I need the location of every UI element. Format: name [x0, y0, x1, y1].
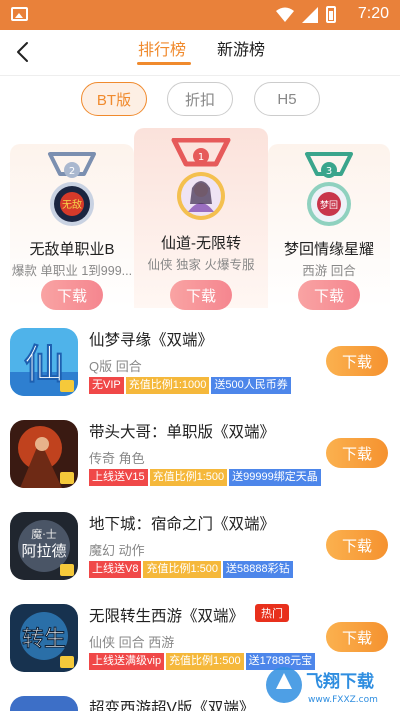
watermark-logo: 飞翔下载 www.FXXZ.com — [266, 667, 378, 705]
game-icon-text: 仙 — [24, 342, 64, 388]
tag: 送500人民币券 — [211, 377, 291, 394]
download-button[interactable]: 下载 — [326, 622, 388, 652]
game-icon-text: 魔·士 — [31, 527, 57, 541]
battery-icon — [326, 6, 336, 23]
game-icon — [10, 420, 78, 488]
podium-2-tags: 爆款 单职业 1到999... — [11, 264, 133, 278]
tag: 上线送V8 — [89, 561, 142, 578]
podium-3-icon-text: 梦回 — [320, 200, 338, 211]
game-genre: 传奇 角色 — [89, 451, 145, 466]
status-bar: 7:20 — [0, 0, 400, 30]
tag: 无VIP — [89, 377, 124, 394]
game-tags: 上线送V8 充值比例1:500 送58888彩钻 — [89, 561, 293, 578]
tag: 上线送满级vip — [89, 653, 165, 670]
watermark-url: www.FXXZ.com — [308, 695, 378, 705]
podium-rank-3[interactable]: 3 梦回 梦回情缘星耀 西游 回合 下载 — [268, 144, 390, 310]
podium-1-download-button[interactable]: 下载 — [170, 280, 232, 310]
rank-number: 3 — [326, 166, 332, 177]
gold-medal-icon: 1 — [171, 138, 231, 220]
tag: 充值比例1:500 — [143, 561, 221, 578]
active-tab-indicator — [137, 62, 191, 65]
podium-3-download-button[interactable]: 下载 — [298, 280, 360, 310]
back-arrow-icon[interactable] — [10, 38, 38, 66]
hot-badge: 热门 — [255, 604, 289, 622]
game-icon-text: 阿拉德 — [21, 542, 66, 560]
filter-bar: BT版 折扣 H5 — [0, 82, 400, 118]
game-icon: 仙 — [10, 328, 78, 396]
wifi-icon — [276, 7, 294, 22]
game-genre: Q版 回合 — [89, 359, 142, 374]
rank-number: 2 — [69, 166, 75, 177]
header: 排行榜 新游榜 — [0, 30, 400, 76]
game-icon — [10, 696, 78, 711]
game-title: 地下城：宿命之门《双端》 — [89, 516, 276, 533]
game-title: 无限转生西游《双端》 — [89, 608, 245, 625]
silver-medal-icon: 2 无敌 — [48, 152, 96, 226]
bronze-medal-icon: 3 梦回 — [305, 152, 353, 226]
rank-number: 1 — [198, 152, 204, 163]
tag: 充值比例1:500 — [166, 653, 244, 670]
list-item[interactable]: 仙 仙梦寻缘《双端》 Q版 回合 无VIP 充值比例1:1000 送500人民币… — [0, 318, 400, 410]
podium-3-name: 梦回情缘星耀 — [283, 241, 374, 258]
podium-rank-2[interactable]: 2 无敌 无敌单职业B 爆款 单职业 1到999... 下载 — [10, 144, 134, 310]
podium-1-tags: 仙侠 独家 火爆专服 — [147, 258, 255, 272]
podium-1-name: 仙道-无限转 — [161, 235, 241, 252]
podium: 2 无敌 无敌单职业B 爆款 单职业 1到999... 下载 1 仙道-无限转 … — [0, 128, 400, 310]
game-icon: 魔·士 阿拉德 — [10, 512, 78, 580]
status-icons — [276, 6, 336, 23]
game-title: 仙梦寻缘《双端》 — [89, 332, 214, 349]
game-genre: 魔幻 动作 — [89, 543, 145, 558]
game-icon-text: 转生 — [22, 627, 66, 652]
tab-ranking[interactable]: 排行榜 — [138, 36, 186, 60]
tag: 充值比例1:500 — [149, 469, 228, 486]
game-genre: 仙侠 回合 西游 — [89, 635, 175, 650]
list-item[interactable]: 魔·士 阿拉德 地下城：宿命之门《双端》 魔幻 动作 上线送V8 充值比例1:5… — [0, 502, 400, 594]
game-title: 带头大哥：单职版《双端》 — [89, 424, 276, 441]
podium-3-tags: 西游 回合 — [302, 264, 356, 278]
game-tags: 无VIP 充值比例1:1000 送500人民币券 — [89, 377, 291, 394]
podium-rank-1[interactable]: 1 仙道-无限转 仙侠 独家 火爆专服 下载 — [134, 128, 268, 310]
tag: 充值比例1:1000 — [125, 377, 210, 394]
podium-2-icon-text: 无敌 — [62, 198, 82, 211]
podium-2-name: 无敌单职业B — [29, 241, 115, 258]
list-item[interactable]: 带头大哥：单职版《双端》 传奇 角色 上线送V15 充值比例1:500 送999… — [0, 410, 400, 502]
game-tags: 上线送V15 充值比例1:500 送99999绑定天晶 — [89, 469, 321, 486]
filter-discount[interactable]: 折扣 — [167, 82, 233, 116]
image-notification-icon — [11, 7, 28, 21]
download-button[interactable]: 下载 — [326, 438, 388, 468]
game-title: 超变西游超V版《双端》 — [89, 700, 255, 711]
filter-h5[interactable]: H5 — [254, 82, 320, 116]
game-icon: 转生 — [10, 604, 78, 672]
signal-icon — [302, 6, 318, 23]
filter-bt[interactable]: BT版 — [81, 82, 147, 116]
tag: 上线送V15 — [89, 469, 148, 486]
tab-new-games[interactable]: 新游榜 — [217, 36, 265, 60]
status-time: 7:20 — [357, 5, 389, 22]
download-button[interactable]: 下载 — [326, 346, 388, 376]
tag: 送99999绑定天晶 — [229, 469, 321, 486]
watermark-text: 飞翔下载 — [306, 671, 374, 692]
download-button[interactable]: 下载 — [326, 530, 388, 560]
tag: 送58888彩钻 — [223, 561, 293, 578]
podium-2-download-button[interactable]: 下载 — [41, 280, 103, 310]
